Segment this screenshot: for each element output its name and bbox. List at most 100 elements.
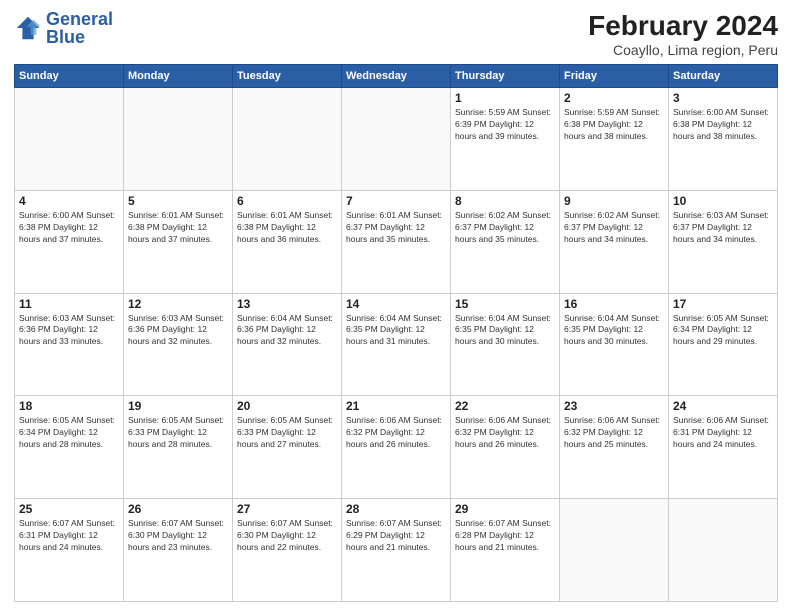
day-number: 3 [673,91,773,105]
day-number: 12 [128,297,228,311]
calendar-cell [560,499,669,602]
calendar-cell: 14 Sunrise: 6:04 AM Sunset: 6:35 PM Dayli… [342,293,451,396]
calendar-cell: 27 Sunrise: 6:07 AM Sunset: 6:30 PM Dayli… [233,499,342,602]
day-info: Sunrise: 6:02 AM Sunset: 6:37 PM Dayligh… [564,210,664,246]
weekday-header-friday: Friday [560,65,669,88]
calendar-cell: 17 Sunrise: 6:05 AM Sunset: 6:34 PM Dayli… [669,293,778,396]
day-number: 22 [455,399,555,413]
day-info: Sunrise: 6:02 AM Sunset: 6:37 PM Dayligh… [455,210,555,246]
day-number: 20 [237,399,337,413]
day-number: 6 [237,194,337,208]
day-info: Sunrise: 6:04 AM Sunset: 6:36 PM Dayligh… [237,313,337,349]
calendar-cell [124,88,233,191]
calendar-cell: 16Sunrise: 6:04 AM Sunset: 6:35 PM Dayli… [560,293,669,396]
day-info: Sunrise: 6:07 AM Sunset: 6:28 PM Dayligh… [455,518,555,554]
day-info: Sunrise: 6:07 AM Sunset: 6:31 PM Dayligh… [19,518,119,554]
day-number: 28 [346,502,446,516]
logo-icon [14,14,42,42]
calendar-cell: 7 Sunrise: 6:01 AM Sunset: 6:37 PM Daylig… [342,190,451,293]
calendar: SundayMondayTuesdayWednesdayThursdayFrid… [14,64,778,602]
day-number: 24 [673,399,773,413]
calendar-cell: 15 Sunrise: 6:04 AM Sunset: 6:35 PM Dayli… [451,293,560,396]
day-number: 9 [564,194,664,208]
calendar-cell: 3 Sunrise: 6:00 AM Sunset: 6:38 PM Daylig… [669,88,778,191]
day-info: Sunrise: 6:01 AM Sunset: 6:38 PM Dayligh… [128,210,228,246]
calendar-cell: 4 Sunrise: 6:00 AM Sunset: 6:38 PM Daylig… [15,190,124,293]
day-info: Sunrise: 5:59 AM Sunset: 6:38 PM Dayligh… [564,107,664,143]
weekday-header-tuesday: Tuesday [233,65,342,88]
day-number: 18 [19,399,119,413]
day-number: 1 [455,91,555,105]
logo-text: General Blue [46,10,113,46]
day-info: Sunrise: 6:05 AM Sunset: 6:34 PM Dayligh… [673,313,773,349]
calendar-cell [669,499,778,602]
calendar-cell: 8 Sunrise: 6:02 AM Sunset: 6:37 PM Daylig… [451,190,560,293]
day-info: Sunrise: 6:06 AM Sunset: 6:32 PM Dayligh… [564,415,664,451]
calendar-cell: 13 Sunrise: 6:04 AM Sunset: 6:36 PM Dayli… [233,293,342,396]
calendar-cell: 20 Sunrise: 6:05 AM Sunset: 6:33 PM Dayli… [233,396,342,499]
weekday-header-wednesday: Wednesday [342,65,451,88]
day-info: Sunrise: 6:06 AM Sunset: 6:32 PM Dayligh… [346,415,446,451]
day-number: 2 [564,91,664,105]
day-info: Sunrise: 6:03 AM Sunset: 6:37 PM Dayligh… [673,210,773,246]
day-number: 23 [564,399,664,413]
day-number: 4 [19,194,119,208]
day-number: 7 [346,194,446,208]
calendar-cell: 25 Sunrise: 6:07 AM Sunset: 6:31 PM Dayli… [15,499,124,602]
calendar-cell: 2 Sunrise: 5:59 AM Sunset: 6:38 PM Daylig… [560,88,669,191]
day-info: Sunrise: 6:03 AM Sunset: 6:36 PM Dayligh… [128,313,228,349]
day-info: Sunrise: 6:01 AM Sunset: 6:38 PM Dayligh… [237,210,337,246]
day-info: Sunrise: 6:06 AM Sunset: 6:31 PM Dayligh… [673,415,773,451]
page-subtitle: Coayllo, Lima region, Peru [588,42,778,58]
day-number: 19 [128,399,228,413]
weekday-header-monday: Monday [124,65,233,88]
calendar-cell: 29 Sunrise: 6:07 AM Sunset: 6:28 PM Dayli… [451,499,560,602]
page-title: February 2024 [588,10,778,42]
day-number: 16 [564,297,664,311]
day-number: 13 [237,297,337,311]
day-info: Sunrise: 6:06 AM Sunset: 6:32 PM Dayligh… [455,415,555,451]
day-info: Sunrise: 6:04 AM Sunset: 6:35 PM Dayligh… [455,313,555,349]
day-info: Sunrise: 6:05 AM Sunset: 6:33 PM Dayligh… [237,415,337,451]
day-number: 27 [237,502,337,516]
day-info: Sunrise: 6:07 AM Sunset: 6:30 PM Dayligh… [237,518,337,554]
title-block: February 2024 Coayllo, Lima region, Peru [588,10,778,58]
day-number: 29 [455,502,555,516]
day-info: Sunrise: 6:03 AM Sunset: 6:36 PM Dayligh… [19,313,119,349]
day-number: 21 [346,399,446,413]
day-number: 15 [455,297,555,311]
calendar-cell: 22 Sunrise: 6:06 AM Sunset: 6:32 PM Dayli… [451,396,560,499]
calendar-cell [233,88,342,191]
day-number: 10 [673,194,773,208]
day-number: 25 [19,502,119,516]
calendar-cell: 18 Sunrise: 6:05 AM Sunset: 6:34 PM Dayli… [15,396,124,499]
calendar-cell [342,88,451,191]
day-info: Sunrise: 6:05 AM Sunset: 6:33 PM Dayligh… [128,415,228,451]
day-info: Sunrise: 6:05 AM Sunset: 6:34 PM Dayligh… [19,415,119,451]
calendar-cell: 9 Sunrise: 6:02 AM Sunset: 6:37 PM Daylig… [560,190,669,293]
day-number: 14 [346,297,446,311]
day-info: Sunrise: 6:04 AM Sunset: 6:35 PM Dayligh… [346,313,446,349]
calendar-cell [15,88,124,191]
calendar-cell: 6 Sunrise: 6:01 AM Sunset: 6:38 PM Daylig… [233,190,342,293]
day-number: 11 [19,297,119,311]
calendar-cell: 26 Sunrise: 6:07 AM Sunset: 6:30 PM Dayli… [124,499,233,602]
day-number: 17 [673,297,773,311]
day-info: Sunrise: 6:07 AM Sunset: 6:30 PM Dayligh… [128,518,228,554]
day-number: 8 [455,194,555,208]
header: General Blue February 2024 Coayllo, Lima… [14,10,778,58]
day-info: Sunrise: 6:00 AM Sunset: 6:38 PM Dayligh… [19,210,119,246]
calendar-cell: 5Sunrise: 6:01 AM Sunset: 6:38 PM Daylig… [124,190,233,293]
calendar-cell: 12 Sunrise: 6:03 AM Sunset: 6:36 PM Dayli… [124,293,233,396]
day-info: Sunrise: 6:00 AM Sunset: 6:38 PM Dayligh… [673,107,773,143]
calendar-cell: 1 Sunrise: 5:59 AM Sunset: 6:39 PM Daylig… [451,88,560,191]
calendar-cell: 19 Sunrise: 6:05 AM Sunset: 6:33 PM Dayli… [124,396,233,499]
calendar-cell: 23 Sunrise: 6:06 AM Sunset: 6:32 PM Dayli… [560,396,669,499]
weekday-header-saturday: Saturday [669,65,778,88]
day-info: Sunrise: 6:01 AM Sunset: 6:37 PM Dayligh… [346,210,446,246]
day-info: Sunrise: 6:07 AM Sunset: 6:29 PM Dayligh… [346,518,446,554]
calendar-cell: 10 Sunrise: 6:03 AM Sunset: 6:37 PM Dayli… [669,190,778,293]
day-info: Sunrise: 5:59 AM Sunset: 6:39 PM Dayligh… [455,107,555,143]
day-number: 26 [128,502,228,516]
weekday-header-thursday: Thursday [451,65,560,88]
